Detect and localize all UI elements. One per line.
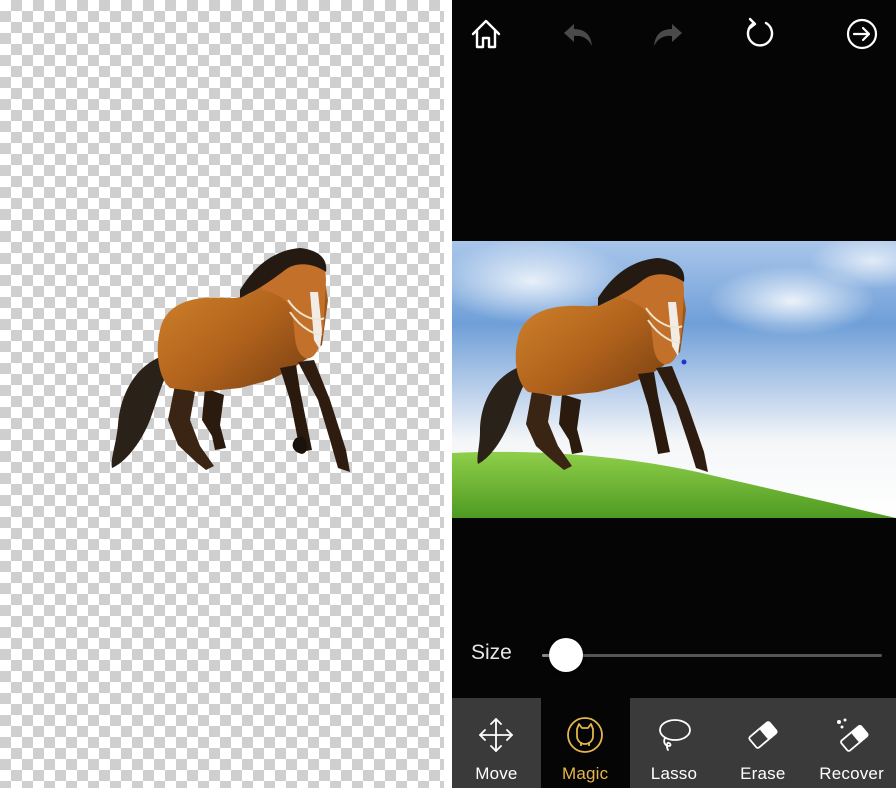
reset-button[interactable]: [740, 14, 780, 54]
undo-button[interactable]: [558, 14, 598, 54]
lasso-tool-label: Lasso: [650, 764, 698, 783]
magic-tool-button[interactable]: Magic: [540, 698, 630, 788]
cutout-preview-panel: [0, 0, 444, 788]
circular-arrow-icon: [746, 17, 774, 47]
erase-tool-label: Erase: [740, 764, 786, 783]
undo-arrow-icon: [564, 24, 592, 46]
editor-panel: Size Move Magic Lasso Erase Recover: [452, 0, 896, 788]
four-way-arrow-icon: [479, 718, 514, 752]
house-icon: [471, 19, 501, 49]
move-tool-label: Move: [475, 764, 518, 783]
move-tool-button[interactable]: Move: [452, 698, 541, 788]
eraser-sparkle-icon: [836, 718, 869, 752]
redo-button[interactable]: [648, 14, 688, 54]
next-button[interactable]: [842, 14, 882, 54]
magic-tool-label: Magic: [562, 764, 609, 783]
size-label: Size: [471, 641, 512, 664]
lasso-tool-button[interactable]: Lasso: [630, 698, 719, 788]
erase-tool-button[interactable]: Erase: [718, 698, 807, 788]
recover-tool-button[interactable]: Recover: [807, 698, 896, 788]
eraser-icon: [748, 721, 778, 749]
size-slider-track[interactable]: [542, 654, 882, 657]
recover-tool-label: Recover: [819, 764, 884, 783]
circle-arrow-right-icon: [846, 18, 878, 50]
horse-photo: [452, 258, 896, 518]
lasso-icon: [659, 719, 691, 751]
tool-bar: Move Magic Lasso Erase Recover: [452, 698, 896, 788]
photo-canvas[interactable]: [452, 241, 896, 518]
size-slider-thumb[interactable]: [548, 638, 583, 672]
panel-divider: [444, 0, 452, 788]
redo-arrow-icon: [654, 24, 682, 46]
magic-cat-icon: [567, 717, 604, 753]
horse-cutout-image: [111, 248, 350, 472]
home-button[interactable]: [466, 14, 506, 54]
